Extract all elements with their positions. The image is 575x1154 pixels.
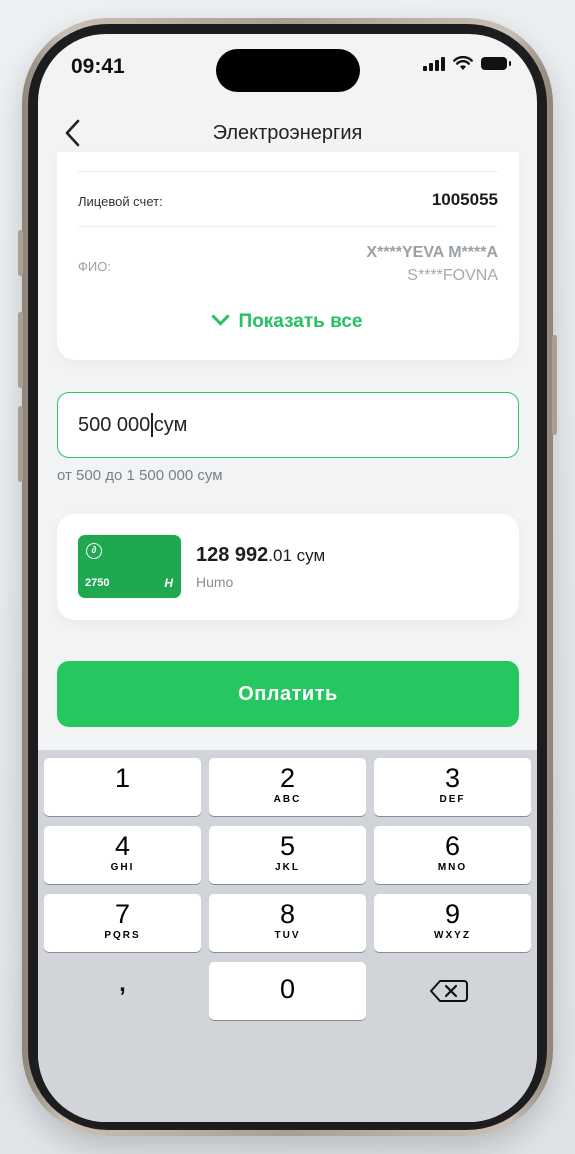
backspace-icon[interactable] xyxy=(374,962,531,1020)
key-letters: DEF xyxy=(439,794,466,805)
amount-input[interactable]: 500 000 сум xyxy=(57,392,519,458)
key-digit: 4 xyxy=(114,831,131,861)
name-value-line1: X****YEVA M****A xyxy=(366,244,498,261)
divider xyxy=(78,171,498,172)
key-digit: 6 xyxy=(444,831,461,861)
card-type: Humo xyxy=(196,574,234,590)
balance-whole: 128 992 xyxy=(196,544,269,566)
numeric-keyboard: 1 2 ABC 3 DEF 4 GHI 5 JKL 6 MNO 7 PQRS 8 xyxy=(38,750,537,1122)
amount-value: 500 000 xyxy=(78,413,151,436)
key-digit: 0 xyxy=(279,974,296,1004)
dynamic-island xyxy=(216,49,360,92)
show-all-label: Показать все xyxy=(238,311,363,332)
key-letters: WXYZ xyxy=(434,930,471,941)
key-digit: 3 xyxy=(444,763,461,793)
show-all-button[interactable]: Показать все xyxy=(57,307,519,333)
cellular-signal-icon xyxy=(423,56,445,71)
key-digit: 1 xyxy=(114,763,131,793)
key-letters: ABC xyxy=(273,794,302,805)
name-row: ФИО: X****YEVA M****A S****FOVNA xyxy=(78,242,498,290)
wifi-icon xyxy=(453,56,473,70)
account-value: 1005055 xyxy=(431,190,498,209)
balance-fraction: .01 сум xyxy=(268,546,326,565)
action-button xyxy=(18,230,23,276)
key-digit: 2 xyxy=(279,763,296,793)
key-letters: GHI xyxy=(110,862,135,873)
key-digit: 8 xyxy=(279,899,296,929)
chevron-down-icon xyxy=(210,307,230,326)
battery-icon xyxy=(481,57,511,70)
key-8[interactable]: 8 TUV xyxy=(209,894,366,952)
amount-currency: сум xyxy=(153,413,188,436)
key-letters: TUV xyxy=(274,930,301,941)
key-0[interactable]: 0 xyxy=(209,962,366,1020)
account-row: Лицевой счет: 1005055 xyxy=(78,190,498,214)
pay-button[interactable]: Оплатить xyxy=(57,661,519,727)
name-label: ФИО: xyxy=(78,259,111,274)
divider xyxy=(78,226,498,227)
key-9[interactable]: 9 WXYZ xyxy=(374,894,531,952)
card-balance: 128 992.01 сум xyxy=(196,544,325,567)
key-letters: JKL xyxy=(275,862,300,873)
page-title: Электроэнергия xyxy=(212,122,363,144)
nav-bar: Электроэнергия xyxy=(38,112,537,156)
humo-h-icon: H xyxy=(164,576,173,590)
volume-down-button xyxy=(18,406,23,482)
key-comma[interactable]: , xyxy=(44,970,201,1010)
amount-hint: от 500 до 1 500 000 сум xyxy=(57,467,223,484)
key-7[interactable]: 7 PQRS xyxy=(44,894,201,952)
screen: 09:41 Электроэнергия Лицевой счет: 10050… xyxy=(38,34,537,1122)
status-bar: 09:41 xyxy=(38,34,537,104)
key-5[interactable]: 5 JKL xyxy=(209,826,366,884)
key-3[interactable]: 3 DEF xyxy=(374,758,531,816)
status-time: 09:41 xyxy=(71,55,125,78)
key-digit: 5 xyxy=(279,831,296,861)
volume-up-button xyxy=(18,312,23,388)
card-number: 2750 xyxy=(85,577,110,589)
account-info-card: Лицевой счет: 1005055 ФИО: X****YEVA M**… xyxy=(57,152,519,360)
name-value-line2: S****FOVNA xyxy=(407,267,498,284)
key-digit: 7 xyxy=(114,899,131,929)
key-1[interactable]: 1 xyxy=(44,758,201,816)
humo-card-thumbnail: ∂ 2750 H xyxy=(78,535,181,598)
humo-logo-icon: ∂ xyxy=(86,543,102,559)
key-6[interactable]: 6 MNO xyxy=(374,826,531,884)
key-digit: 9 xyxy=(444,899,461,929)
key-2[interactable]: 2 ABC xyxy=(209,758,366,816)
key-letters: MNO xyxy=(437,862,468,873)
payment-card-selector[interactable]: ∂ 2750 H 128 992.01 сум Humo xyxy=(57,514,519,620)
key-4[interactable]: 4 GHI xyxy=(44,826,201,884)
power-button xyxy=(552,335,557,435)
text-caret xyxy=(151,413,153,437)
status-icons xyxy=(423,56,511,71)
account-label: Лицевой счет: xyxy=(78,194,163,209)
key-letters: PQRS xyxy=(104,930,141,941)
